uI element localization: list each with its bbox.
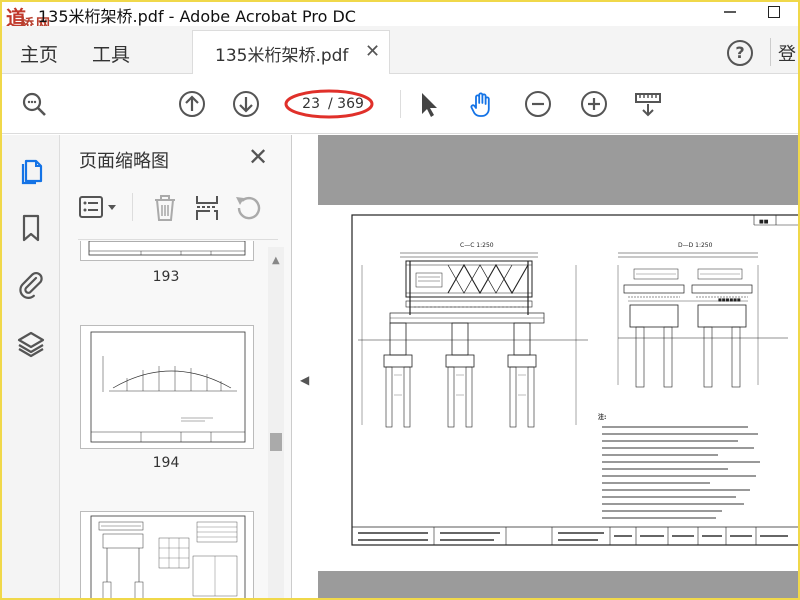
pdf-page: ■■ C—C 1:250 D—D 1:250 ■■■■■■ 注:	[318, 205, 798, 571]
thumbnail-tools	[78, 191, 278, 225]
panel-separator	[78, 239, 278, 240]
maximize-icon	[768, 6, 780, 18]
delete-icon[interactable]	[150, 193, 180, 223]
thumbnail-options-icon[interactable]	[78, 195, 122, 221]
close-panel-icon[interactable]: ✕	[248, 143, 268, 171]
toolbar: 23 / 369	[2, 74, 798, 134]
extract-page-icon[interactable]	[192, 193, 222, 223]
menu-row: 主页 工具 135米桁架桥.pdf ✕ ? 登	[2, 26, 798, 74]
rotate-icon[interactable]	[232, 193, 262, 223]
right-drawing-title: D—D 1:250	[678, 242, 713, 249]
thumbnails-panel: 页面缩略图 ✕ 193 194 ▲	[60, 135, 292, 598]
attachment-icon[interactable]	[16, 269, 46, 299]
maximize-button[interactable]	[768, 4, 784, 20]
panel-splitter[interactable]: ◀	[292, 135, 318, 598]
scroll-up-icon[interactable]: ▲	[272, 255, 280, 266]
document-tab-label: 135米桁架桥.pdf	[215, 46, 349, 66]
window-title: 135米桁架桥.pdf - Adobe Acrobat Pro DC	[38, 7, 356, 26]
prev-page-icon[interactable]	[178, 90, 206, 118]
scrollbar-thumb[interactable]	[270, 433, 282, 451]
svg-text:■■■■■■: ■■■■■■	[718, 297, 741, 302]
page-tools-icon[interactable]	[634, 90, 662, 118]
thumbnail-scrollbar[interactable]: ▲	[268, 247, 284, 598]
tools-divider	[132, 193, 133, 221]
engineering-drawing: ■■ C—C 1:250 D—D 1:250 ■■■■■■ 注:	[351, 214, 798, 546]
menu-divider	[770, 38, 771, 66]
zoom-in-icon[interactable]	[580, 90, 608, 118]
toolbar-divider	[400, 90, 401, 118]
notes-heading: 注:	[598, 413, 606, 421]
annotation-ellipse	[284, 89, 374, 119]
thumbnail-page-195[interactable]	[80, 511, 254, 598]
thumbnail-page-193[interactable]	[80, 240, 254, 261]
document-tab[interactable]: 135米桁架桥.pdf ✕	[192, 30, 390, 74]
thumbnail-page-194[interactable]	[80, 325, 254, 449]
help-button[interactable]: ?	[727, 40, 753, 66]
collapse-panel-icon[interactable]: ◀	[300, 373, 309, 387]
app-window: 道 桥网 135米桁架桥.pdf - Adobe Acrobat Pro DC …	[0, 0, 800, 600]
tools-menu[interactable]: 工具	[92, 40, 130, 67]
hand-tool-icon[interactable]	[468, 90, 496, 118]
left-drawing-title: C—C 1:250	[460, 242, 494, 249]
left-rail	[2, 135, 60, 598]
search-icon[interactable]	[20, 90, 48, 118]
minimize-button[interactable]	[722, 4, 738, 20]
thumbnail-label-193: 193	[152, 269, 180, 285]
minimize-icon	[724, 11, 736, 13]
select-cursor-icon[interactable]	[414, 90, 442, 118]
zoom-out-icon[interactable]	[524, 90, 552, 118]
login-button[interactable]: 登	[778, 40, 796, 66]
bookmark-icon[interactable]	[16, 213, 46, 243]
svg-text:■■: ■■	[759, 219, 769, 225]
title-bar: 道 桥网 135米桁架桥.pdf - Adobe Acrobat Pro DC	[2, 2, 798, 33]
home-menu[interactable]: 主页	[20, 40, 58, 67]
window-controls	[722, 4, 784, 20]
close-tab-icon[interactable]: ✕	[365, 41, 380, 62]
thumbnail-label-194: 194	[152, 455, 180, 471]
next-page-icon[interactable]	[232, 90, 260, 118]
page-thumbnails-icon[interactable]	[16, 155, 46, 185]
document-view[interactable]: ■■ C—C 1:250 D—D 1:250 ■■■■■■ 注:	[318, 135, 798, 598]
panel-title: 页面缩略图	[79, 151, 169, 172]
layers-icon[interactable]	[16, 329, 46, 359]
